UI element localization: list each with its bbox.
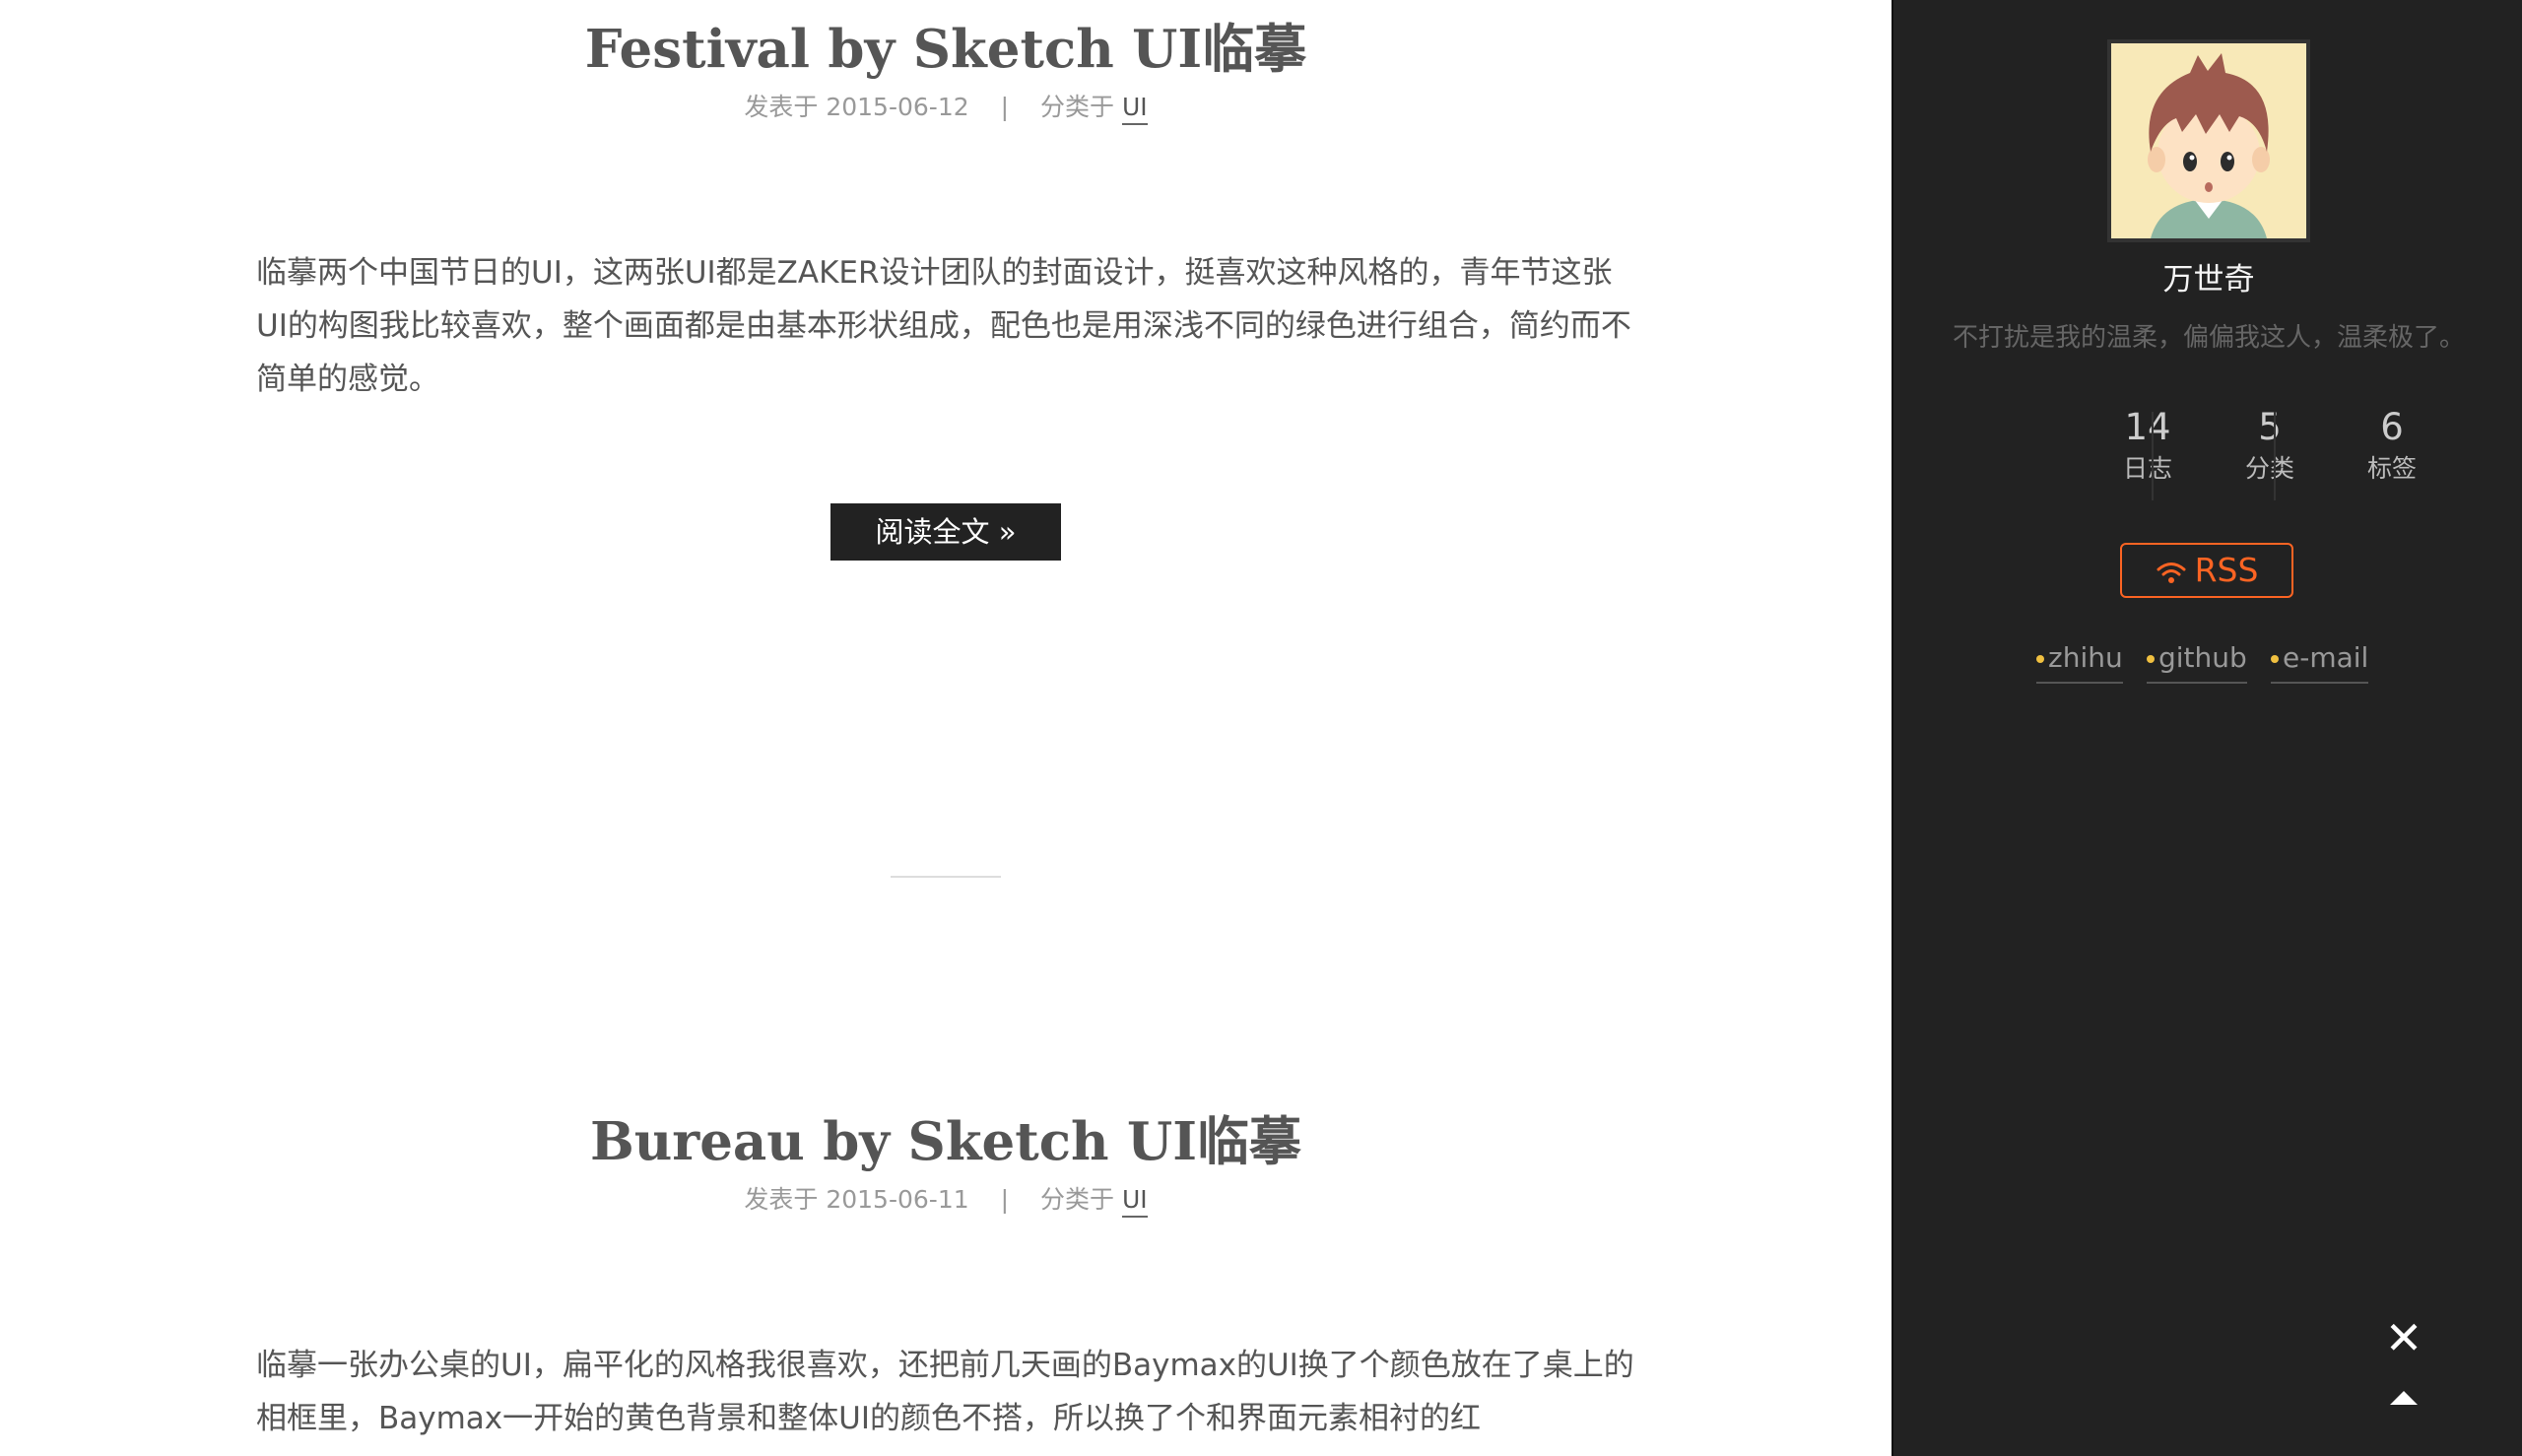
- post-divider: [891, 876, 1001, 878]
- avatar-image: [2111, 43, 2306, 238]
- post-meta: 发表于 2015-06-11 | 分类于 UI: [256, 1185, 1635, 1218]
- link-email[interactable]: e-mail: [2271, 638, 2369, 684]
- rss-icon: [2157, 562, 2186, 583]
- stat-posts-count: 14: [2124, 406, 2171, 448]
- link-github[interactable]: github: [2147, 638, 2247, 684]
- post-title[interactable]: Festival by Sketch UI临摹: [256, 24, 1635, 76]
- stat-tags[interactable]: 6 标签: [2331, 406, 2453, 489]
- meta-separator: |: [1000, 93, 1010, 121]
- author-name: 万世奇: [2162, 262, 2255, 298]
- site-stats: 14 日志 5 分类 6 标签: [1893, 406, 2522, 504]
- stat-divider: [2274, 412, 2276, 500]
- avatar: [2107, 39, 2310, 242]
- post-title[interactable]: Bureau by Sketch UI临摹: [256, 1116, 1635, 1168]
- post-date: 2015-06-12: [826, 93, 969, 121]
- link-email-label: e-mail: [2283, 641, 2369, 674]
- stat-posts[interactable]: 14 日志: [2087, 406, 2209, 489]
- author-description: 不打扰是我的温柔，偏偏我这人，温柔极了。: [1952, 323, 2465, 353]
- stat-categories-label: 分类: [2244, 454, 2294, 483]
- stat-posts-label: 日志: [2122, 454, 2172, 483]
- post-date: 2015-06-11: [826, 1185, 969, 1214]
- stat-categories[interactable]: 5 分类: [2209, 406, 2331, 489]
- post-excerpt: 临摹一张办公桌的UI，扁平化的风格我很喜欢，还把前几天画的Baymax的UI换了…: [256, 1348, 1634, 1436]
- link-zhihu[interactable]: zhihu: [2036, 638, 2123, 684]
- arrow-up-icon[interactable]: [2384, 1377, 2423, 1417]
- stat-tags-count: 6: [2380, 406, 2404, 448]
- social-links: zhihu github e-mail: [1893, 638, 2522, 688]
- post-meta-prefix: 发表于: [744, 93, 819, 121]
- meta-separator: |: [1000, 1185, 1010, 1214]
- post-excerpt: 临摹两个中国节日的UI，这两张UI都是ZAKER设计团队的封面设计，挺喜欢这种风…: [256, 255, 1631, 397]
- link-github-label: github: [2158, 641, 2247, 674]
- post-meta-prefix: 发表于: [744, 1185, 819, 1214]
- stat-tags-label: 标签: [2366, 454, 2417, 483]
- main-content: Festival by Sketch UI临摹 发表于 2015-06-12 |…: [0, 0, 1892, 1456]
- category-prefix: 分类于: [1039, 93, 1114, 121]
- stat-categories-count: 5: [2258, 406, 2282, 448]
- close-icon[interactable]: ✕: [2384, 1315, 2423, 1360]
- bullet-icon: [2271, 655, 2279, 663]
- post-meta: 发表于 2015-06-12 | 分类于 UI: [256, 93, 1635, 125]
- sidebar: 万世奇 不打扰是我的温柔，偏偏我这人，温柔极了。 14 日志 5 分类 6 标签…: [1892, 0, 2522, 1456]
- rss-label: RSS: [2194, 551, 2259, 589]
- category-link[interactable]: UI: [1121, 1185, 1148, 1218]
- link-zhihu-label: zhihu: [2048, 641, 2123, 674]
- category-prefix: 分类于: [1039, 1185, 1114, 1214]
- category-link[interactable]: UI: [1121, 93, 1148, 125]
- stat-divider: [2152, 412, 2154, 500]
- read-more-button[interactable]: 阅读全文 »: [830, 503, 1061, 561]
- bullet-icon: [2036, 655, 2044, 663]
- rss-button[interactable]: RSS: [2120, 543, 2293, 598]
- bullet-icon: [2147, 655, 2155, 663]
